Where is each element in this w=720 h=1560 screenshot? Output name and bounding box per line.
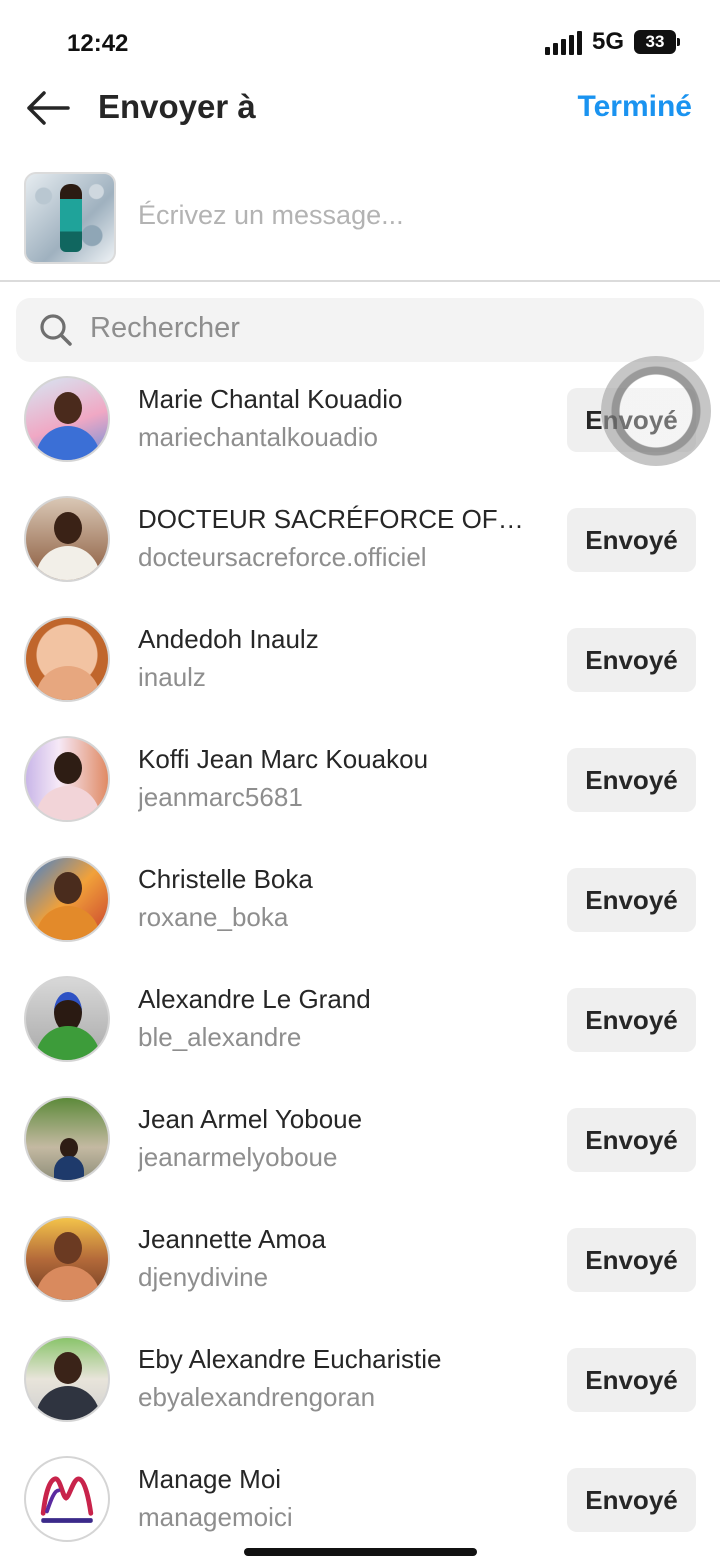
search-bar[interactable]	[16, 298, 704, 362]
contact-row: Eby Alexandre Eucharistie ebyalexandreng…	[0, 1320, 720, 1440]
search-input[interactable]	[90, 312, 680, 345]
contact-handle: docteursacreforce.officiel	[138, 542, 427, 572]
contact-name: Manage Moi	[138, 1464, 282, 1494]
sent-button[interactable]: Envoyé	[567, 388, 696, 452]
contact-row: Koffi Jean Marc Kouakou jeanmarc5681 Env…	[0, 720, 720, 840]
avatar[interactable]	[24, 496, 110, 582]
sent-button[interactable]: Envoyé	[567, 628, 696, 692]
contact-row: Marie Chantal Kouadio mariechantalkouadi…	[0, 360, 720, 480]
avatar[interactable]	[24, 856, 110, 942]
sent-button[interactable]: Envoyé	[567, 508, 696, 572]
contact-list: Marie Chantal Kouadio mariechantalkouadi…	[0, 360, 720, 1560]
contact-handle: ble_alexandre	[138, 1022, 302, 1052]
contact-name: Eby Alexandre Eucharistie	[138, 1344, 442, 1374]
sent-button[interactable]: Envoyé	[567, 748, 696, 812]
sent-button[interactable]: Envoyé	[567, 1228, 696, 1292]
contact-name: Andedoh Inaulz	[138, 624, 319, 654]
contact-handle: ebyalexandrengoran	[138, 1382, 376, 1412]
contact-handle: jeanmarc5681	[138, 782, 303, 812]
manage-moi-logo-icon	[40, 1476, 94, 1523]
avatar[interactable]	[24, 736, 110, 822]
avatar[interactable]	[24, 976, 110, 1062]
contact-name: Christelle Boka	[138, 864, 313, 894]
contact-name: Koffi Jean Marc Kouakou	[138, 744, 429, 774]
search-icon	[40, 314, 72, 346]
avatar[interactable]	[24, 1096, 110, 1182]
avatar[interactable]	[24, 1456, 110, 1542]
contact-name: Jeannette Amoa	[138, 1224, 326, 1254]
avatar[interactable]	[24, 1336, 110, 1422]
status-icons: 5G 33	[544, 28, 680, 56]
sent-button[interactable]: Envoyé	[567, 868, 696, 932]
signal-icon	[544, 29, 582, 55]
contact-name: Marie Chantal Kouadio	[138, 384, 403, 414]
network-label: 5G	[591, 28, 624, 55]
contact-row: Jean Armel Yoboue jeanarmelyoboue Envoyé	[0, 1080, 720, 1200]
contact-handle: djenydivine	[138, 1262, 269, 1292]
status-time: 12:42	[67, 30, 129, 57]
contact-handle: inaulz	[138, 662, 206, 692]
header: Envoyer à Terminé	[0, 80, 720, 136]
compose-area	[0, 170, 720, 282]
contact-row: Andedoh Inaulz inaulz Envoyé	[0, 600, 720, 720]
sent-button[interactable]: Envoyé	[567, 988, 696, 1052]
sent-button[interactable]: Envoyé	[567, 1348, 696, 1412]
avatar[interactable]	[24, 376, 110, 462]
sent-button[interactable]: Envoyé	[567, 1108, 696, 1172]
contact-row: Jeannette Amoa djenydivine Envoyé	[0, 1200, 720, 1320]
contact-name: Alexandre Le Grand	[138, 984, 371, 1014]
avatar[interactable]	[24, 1216, 110, 1302]
contact-row: DOCTEUR SACRÉFORCE OFFI... docteursacref…	[0, 480, 720, 600]
home-indicator[interactable]	[244, 1548, 477, 1556]
avatar[interactable]	[24, 616, 110, 702]
contact-handle: managemoici	[138, 1502, 293, 1532]
message-input[interactable]	[138, 200, 678, 231]
page-title: Envoyer à	[98, 88, 256, 125]
arrow-left-icon[interactable]	[22, 88, 72, 128]
sent-button[interactable]: Envoyé	[567, 1468, 696, 1532]
contact-row: Christelle Boka roxane_boka Envoyé	[0, 840, 720, 960]
contact-name: Jean Armel Yoboue	[138, 1104, 363, 1134]
contact-handle: roxane_boka	[138, 902, 289, 932]
shared-post-thumbnail	[24, 172, 116, 264]
contact-row: Alexandre Le Grand ble_alexandre Envoyé	[0, 960, 720, 1080]
contact-handle: jeanarmelyoboue	[138, 1142, 338, 1172]
contact-handle: mariechantalkouadio	[138, 422, 378, 452]
contact-row: Manage Moi managemoici Envoyé	[0, 1440, 720, 1560]
battery-icon: 33	[634, 30, 680, 54]
status-bar: 12:42 5G 33	[0, 0, 720, 90]
battery-level: 33	[634, 30, 676, 54]
contact-name: DOCTEUR SACRÉFORCE OFFI...	[138, 504, 528, 534]
done-button[interactable]: Terminé	[578, 90, 692, 124]
